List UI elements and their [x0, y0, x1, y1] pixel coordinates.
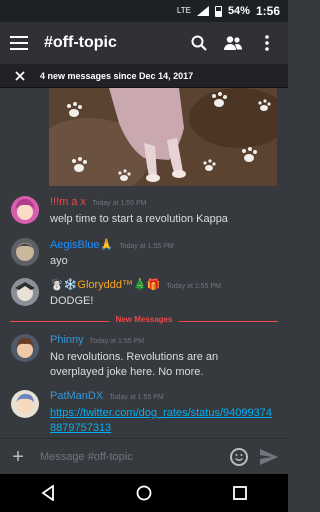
- divider-label: New Messages: [109, 315, 179, 324]
- timestamp: Today at 1:55 PM: [119, 243, 174, 250]
- search-button[interactable]: [188, 32, 210, 54]
- send-button[interactable]: [260, 448, 278, 465]
- recents-square-icon: [233, 486, 247, 500]
- battery-level: 54%: [227, 5, 250, 17]
- send-icon: [260, 448, 278, 465]
- smiley-icon: [235, 453, 243, 461]
- avatar-character-icon: [11, 390, 39, 418]
- new-messages-divider: New Messages: [10, 315, 278, 327]
- timestamp: Today at 1:55 PM: [89, 338, 145, 345]
- author-name[interactable]: Phinny: [50, 334, 84, 346]
- timestamp: Today at 1:55 PM: [92, 200, 147, 207]
- search-icon: [191, 35, 207, 51]
- recents-button[interactable]: [230, 483, 250, 503]
- app-bar: #off-topic: [0, 22, 288, 64]
- clock: 1:56: [255, 4, 280, 18]
- more-vert-icon: [265, 35, 269, 51]
- author-name[interactable]: AegisBlue🙏: [50, 239, 113, 251]
- new-messages-banner[interactable]: 4 new messages since Dec 14, 2017: [0, 64, 288, 88]
- timestamp: Today at 1:55 PM: [109, 394, 164, 401]
- avatar-anime-girl-icon: [11, 196, 39, 224]
- message-item[interactable]: ☃️❄️Gloryddd™🎄🎁 Today at 1:55 PM DODGE!: [0, 276, 288, 310]
- avatar[interactable]: [11, 334, 39, 362]
- message-input[interactable]: [40, 450, 222, 463]
- author-name[interactable]: !!!m a x: [50, 196, 86, 208]
- message-text: DODGE!: [50, 295, 94, 307]
- avatar-illustration-icon: [11, 278, 39, 306]
- signal-icon: [196, 6, 209, 16]
- members-button[interactable]: [222, 32, 244, 54]
- status-bar: LTE 54% 1:56: [0, 0, 288, 22]
- avatar[interactable]: [11, 390, 39, 418]
- timestamp: Today at 1:55 PM: [166, 283, 221, 290]
- dog-photo-illustration: [49, 88, 277, 186]
- network-type-icon: LTE: [176, 6, 191, 15]
- avatar-cartoon-icon: [11, 334, 39, 362]
- message-text: No revolutions. Revolutions are an overp…: [50, 351, 219, 378]
- home-circle-icon: [136, 485, 152, 501]
- avatar[interactable]: [11, 196, 39, 224]
- avatar[interactable]: [11, 278, 39, 306]
- page-title: #off-topic: [44, 34, 117, 51]
- emoji-button[interactable]: [230, 447, 248, 466]
- author-name[interactable]: PatManDX: [50, 390, 103, 402]
- close-icon: [15, 70, 25, 81]
- attached-image[interactable]: [49, 88, 277, 186]
- message-item[interactable]: Phinny Today at 1:55 PM No revolutions. R…: [0, 332, 288, 388]
- battery-icon: [214, 5, 222, 17]
- message-list[interactable]: !!!m a x Today at 1:55 PM welp time to st…: [0, 88, 288, 438]
- author-name[interactable]: ☃️❄️Gloryddd™🎄🎁: [50, 279, 160, 291]
- attach-button[interactable]: +: [10, 447, 26, 467]
- avatar[interactable]: [11, 238, 39, 266]
- banner-text: 4 new messages since Dec 14, 2017: [40, 70, 194, 81]
- message-link[interactable]: https://twitter.com/dog_rates/status/940…: [50, 406, 275, 436]
- message-item[interactable]: PatManDX Today at 1:55 PM https://twitter…: [0, 388, 288, 438]
- back-triangle-icon: [41, 485, 54, 501]
- menu-icon[interactable]: [10, 36, 28, 50]
- people-icon: [224, 36, 242, 50]
- message-text: ayo: [50, 255, 68, 267]
- avatar-character-icon: [11, 238, 39, 266]
- message-text: welp time to start a revolution Kappa: [50, 213, 228, 225]
- close-banner-button[interactable]: [12, 68, 28, 84]
- message-item[interactable]: AegisBlue🙏 Today at 1:55 PM ayo: [0, 236, 288, 270]
- system-navigation-bar: [0, 474, 288, 512]
- overflow-menu-button[interactable]: [256, 32, 278, 54]
- back-button[interactable]: [38, 483, 58, 503]
- home-button[interactable]: [134, 483, 154, 503]
- message-item[interactable]: !!!m a x Today at 1:55 PM welp time to st…: [0, 194, 288, 234]
- message-composer: +: [0, 438, 288, 474]
